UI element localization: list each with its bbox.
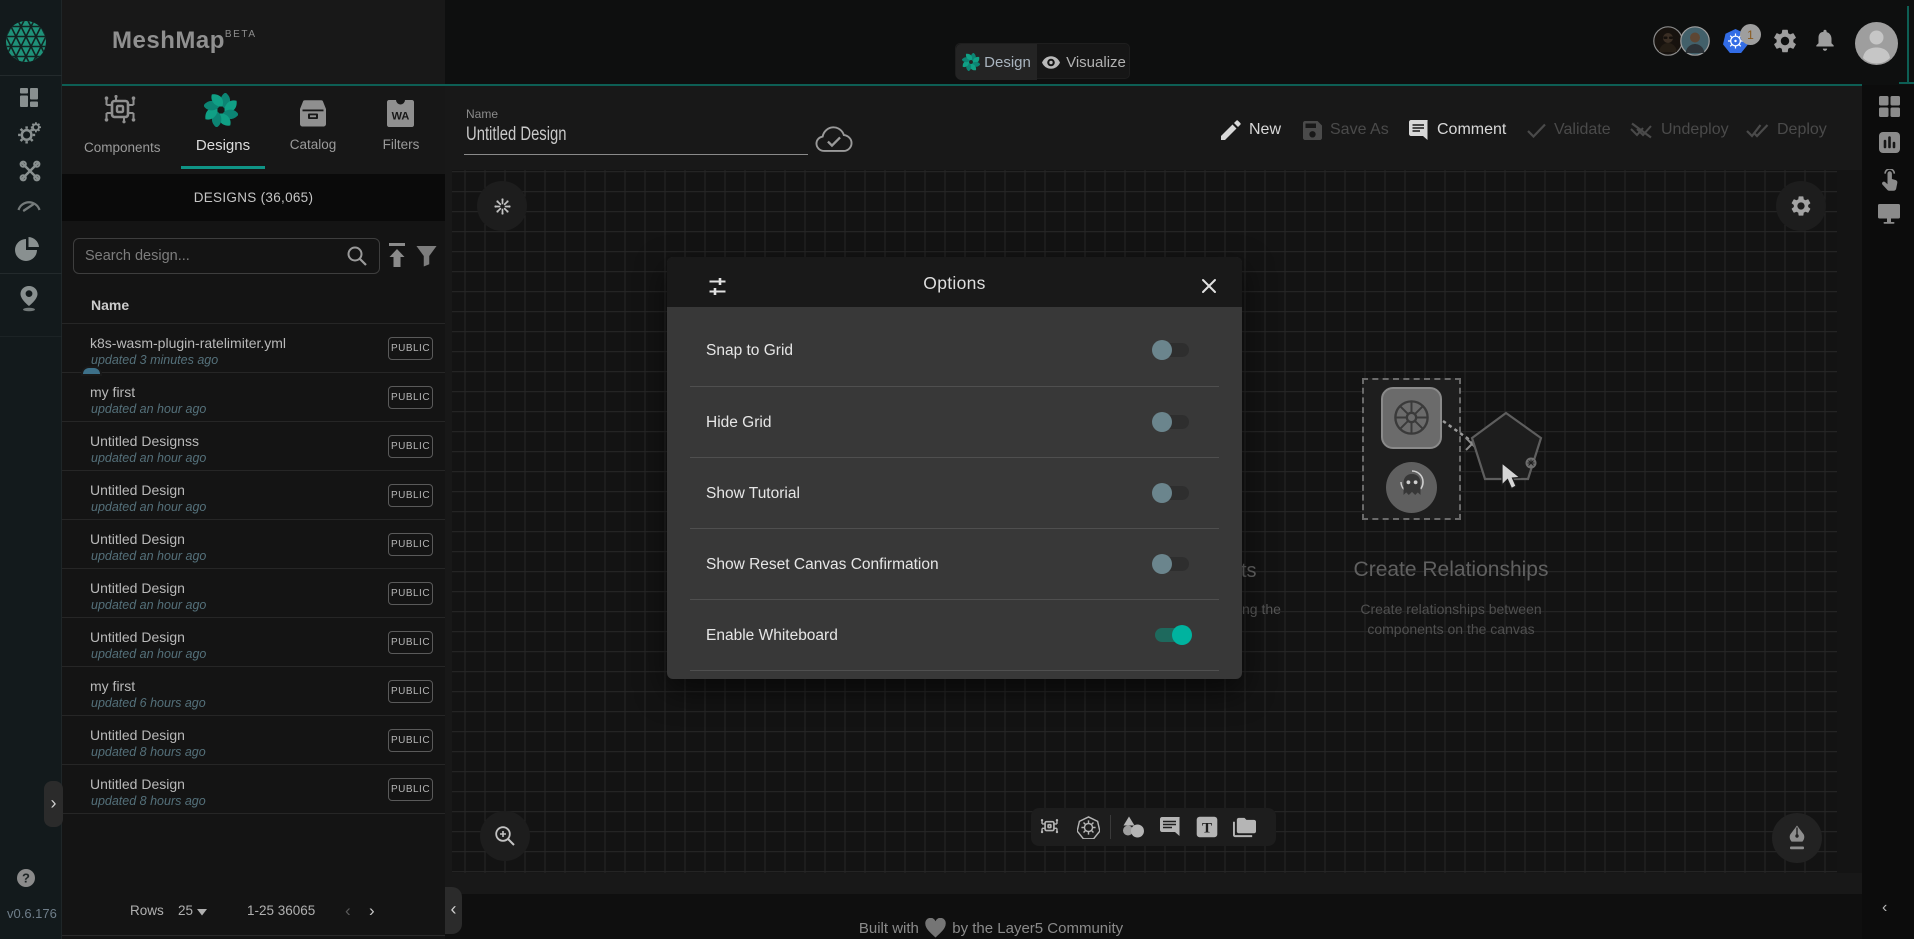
svg-text:1: 1: [1747, 28, 1754, 42]
svg-text:WA: WA: [392, 111, 410, 123]
svg-text:?: ?: [22, 871, 30, 886]
svg-text:T: T: [1202, 821, 1212, 837]
